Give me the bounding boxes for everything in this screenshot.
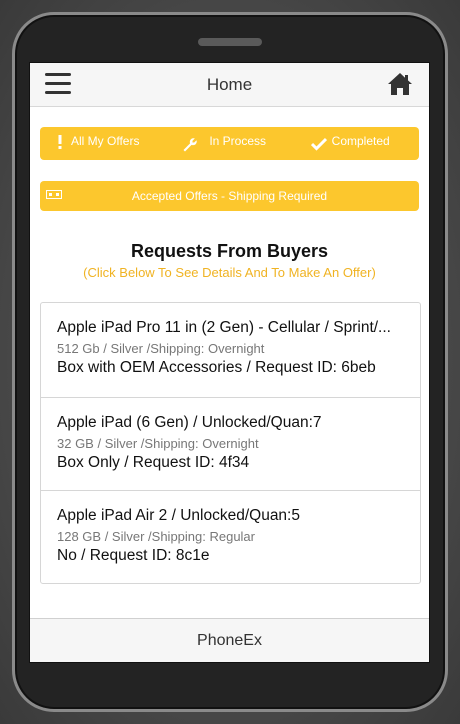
offers-tabbar: All My Offers In Process Completed [40,127,419,160]
request-subtitle: 128 GB / Silver /Shipping: Regular [57,529,255,544]
page-title: Home [206,74,253,94]
request-subtitle: 32 GB / Silver /Shipping: Overnight [57,436,259,451]
request-detail: Box Only / Request ID: 4f34 [57,454,250,471]
banner-label: Accepted Offers - Shipping Required [131,189,328,203]
requests-list: Apple iPad Pro 11 in (2 Gen) - Cellular … [40,302,421,584]
list-item[interactable]: Apple iPad Air 2 / Unlocked/Quan:5 128 G… [41,490,420,583]
request-title: Apple iPad Pro 11 in (2 Gen) - Cellular … [57,319,391,336]
list-item[interactable]: Apple iPad (6 Gen) / Unlocked/Quan:7 32 … [41,397,420,490]
list-item[interactable]: Apple iPad Pro 11 in (2 Gen) - Cellular … [41,303,420,397]
tab-completed[interactable]: Completed [293,127,419,160]
tab-label: Completed [331,134,390,148]
tab-label: All My Offers [71,134,140,148]
tab-in-process[interactable]: In Process [166,127,292,160]
request-subtitle: 512 Gb / Silver /Shipping: Overnight [57,341,265,356]
wrench-icon [183,138,198,152]
hamburger-menu-icon[interactable] [45,73,71,95]
app-screen: Home All My Offers In Process Completed [29,62,430,663]
tab-all-my-offers[interactable]: All My Offers [40,127,166,160]
footer-bar: PhoneEx [30,618,429,662]
accepted-offers-banner[interactable]: Accepted Offers - Shipping Required [40,181,419,211]
request-detail: No / Request ID: 8c1e [57,547,210,564]
section-subtitle: (Click Below To See Details And To Make … [83,265,376,280]
exclamation-icon [58,135,62,149]
home-icon[interactable] [387,72,413,96]
request-title: Apple iPad (6 Gen) / Unlocked/Quan:7 [57,414,322,431]
request-detail: Box with OEM Accessories / Request ID: 6… [57,359,376,376]
tab-label: In Process [209,134,267,148]
speaker-grille [198,38,262,46]
header-bar: Home [30,63,429,107]
section-title: Requests From Buyers [130,241,329,261]
footer-title: PhoneEx [197,631,262,649]
check-icon [310,137,327,151]
request-title: Apple iPad Air 2 / Unlocked/Quan:5 [57,507,300,524]
